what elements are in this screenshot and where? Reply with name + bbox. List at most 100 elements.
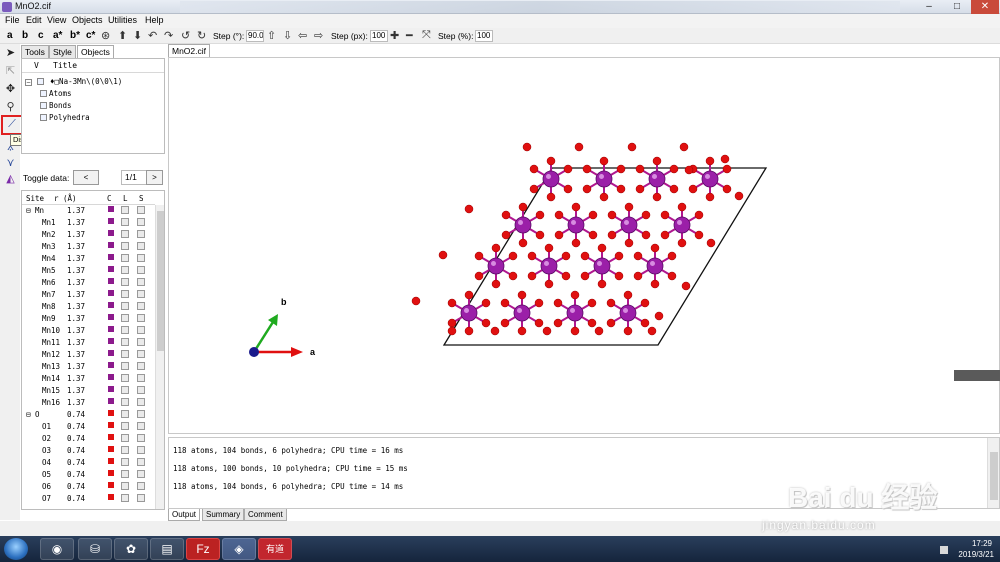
table-row[interactable]: O4 0.74 (22, 457, 155, 469)
view-along-c-button[interactable]: c (38, 30, 44, 41)
view-along-a-star-button[interactable]: a* (53, 30, 62, 41)
show-checkbox[interactable] (137, 482, 145, 490)
color-swatch[interactable] (108, 494, 114, 500)
label-checkbox[interactable] (121, 230, 129, 238)
tab-summary[interactable]: Summary (202, 509, 245, 521)
objects-child-polyhedra[interactable]: Polyhedra (40, 113, 90, 122)
table-row[interactable]: Mn7 1.37 (22, 289, 155, 301)
tab-tools[interactable]: Tools (21, 45, 49, 58)
label-checkbox[interactable] (121, 278, 129, 286)
show-checkbox[interactable] (137, 350, 145, 358)
menu-edit[interactable]: Edit (26, 15, 42, 25)
table-row[interactable]: O2 0.74 (22, 433, 155, 445)
show-checkbox[interactable] (137, 242, 145, 250)
show-checkbox[interactable] (137, 398, 145, 406)
rotate-ccw-icon[interactable]: ↺ (181, 29, 190, 42)
folder-icon[interactable]: ▤ (150, 538, 184, 560)
color-swatch[interactable] (108, 314, 114, 320)
clock-date[interactable]: 2019/3/21 (958, 550, 994, 559)
table-row[interactable]: Mn6 1.37 (22, 277, 155, 289)
color-swatch[interactable] (108, 362, 114, 368)
translate-right-icon[interactable]: ⇨ (314, 29, 323, 42)
checkbox[interactable] (40, 113, 47, 121)
label-checkbox[interactable] (121, 242, 129, 250)
color-swatch[interactable] (108, 458, 114, 464)
label-checkbox[interactable] (121, 494, 129, 502)
color-swatch[interactable] (108, 470, 114, 476)
show-checkbox[interactable] (137, 326, 145, 334)
scroll-thumb[interactable] (157, 211, 164, 351)
color-swatch[interactable] (108, 434, 114, 440)
step-px-input[interactable]: 100 (370, 30, 388, 42)
label-checkbox[interactable] (121, 302, 129, 310)
color-swatch[interactable] (108, 266, 114, 272)
zoom-in-icon[interactable]: ✚ (390, 29, 399, 42)
step-pct-input[interactable]: 100 (475, 30, 493, 42)
close-button[interactable]: ✕ (971, 0, 999, 14)
color-swatch[interactable] (108, 230, 114, 236)
clock-time[interactable]: 17:29 (972, 539, 992, 548)
vesta-icon[interactable]: ◈ (222, 538, 256, 560)
table-row[interactable]: Mn2 1.37 (22, 229, 155, 241)
table-row[interactable]: Mn1 1.37 (22, 217, 155, 229)
label-checkbox[interactable] (121, 482, 129, 490)
checkbox[interactable] (40, 89, 47, 97)
label-checkbox[interactable] (121, 410, 129, 418)
magnifier-icon[interactable]: ⚲ (3, 100, 18, 115)
label-checkbox[interactable] (121, 422, 129, 430)
table-row[interactable]: Mn5 1.37 (22, 265, 155, 277)
color-swatch[interactable] (108, 422, 114, 428)
table-row[interactable]: O6 0.74 (22, 481, 155, 493)
color-swatch[interactable] (108, 374, 114, 380)
label-checkbox[interactable] (121, 326, 129, 334)
menu-utilities[interactable]: Utilities (108, 15, 137, 25)
label-checkbox[interactable] (121, 350, 129, 358)
show-checkbox[interactable] (137, 470, 145, 478)
select-arrow-icon[interactable]: ➤ (3, 46, 18, 61)
table-row[interactable]: Mn3 1.37 (22, 241, 155, 253)
select-multiple-icon[interactable]: ⇱ (3, 64, 18, 79)
show-checkbox[interactable] (137, 290, 145, 298)
show-checkbox[interactable] (137, 254, 145, 262)
color-swatch[interactable] (108, 218, 114, 224)
structure-canvas[interactable]: a b (169, 58, 999, 433)
filezilla-icon[interactable]: Fz (186, 538, 220, 560)
color-swatch[interactable] (108, 290, 114, 296)
label-checkbox[interactable] (121, 446, 129, 454)
show-checkbox[interactable] (137, 218, 145, 226)
table-row[interactable]: Mn16 1.37 (22, 397, 155, 409)
translate-down-icon[interactable]: ⇩ (283, 29, 292, 42)
show-checkbox[interactable] (137, 278, 145, 286)
fit-to-window-icon[interactable]: ⤧ (422, 29, 431, 42)
table-row[interactable]: Mn10 1.37 (22, 325, 155, 337)
show-checkbox[interactable] (137, 338, 145, 346)
color-swatch[interactable] (108, 326, 114, 332)
standard-orientation-icon[interactable]: ⊛ (101, 29, 110, 42)
color-swatch[interactable] (108, 302, 114, 308)
show-checkbox[interactable] (137, 206, 145, 214)
show-checkbox[interactable] (137, 446, 145, 454)
objects-root-row[interactable]: – ♦□Na-3Mn\(0\0\1) (25, 77, 122, 86)
color-swatch[interactable] (108, 350, 114, 356)
view-along-a-button[interactable]: a (7, 30, 13, 41)
show-checkbox[interactable] (137, 422, 145, 430)
rotate-cw-icon[interactable]: ↻ (197, 29, 206, 42)
label-checkbox[interactable] (121, 362, 129, 370)
show-checkbox[interactable] (137, 374, 145, 382)
show-checkbox[interactable] (137, 410, 145, 418)
app-icon[interactable]: ✿ (114, 538, 148, 560)
color-swatch[interactable] (108, 254, 114, 260)
rotate-right-icon[interactable]: ↷ (164, 29, 173, 42)
color-swatch[interactable] (108, 386, 114, 392)
table-row[interactable]: Mn11 1.37 (22, 337, 155, 349)
table-row[interactable]: O1 0.74 (22, 421, 155, 433)
table-row[interactable]: Mn12 1.37 (22, 349, 155, 361)
label-checkbox[interactable] (121, 266, 129, 274)
view-along-b-button[interactable]: b (22, 30, 28, 41)
rotate-left-icon[interactable]: ↶ (148, 29, 157, 42)
color-swatch[interactable] (108, 206, 114, 212)
table-row[interactable]: Mn8 1.37 (22, 301, 155, 313)
polyhedra-tool-icon[interactable]: ◭ (3, 172, 18, 187)
minimize-button[interactable]: – (915, 0, 943, 14)
translate-left-icon[interactable]: ⇦ (298, 29, 307, 42)
